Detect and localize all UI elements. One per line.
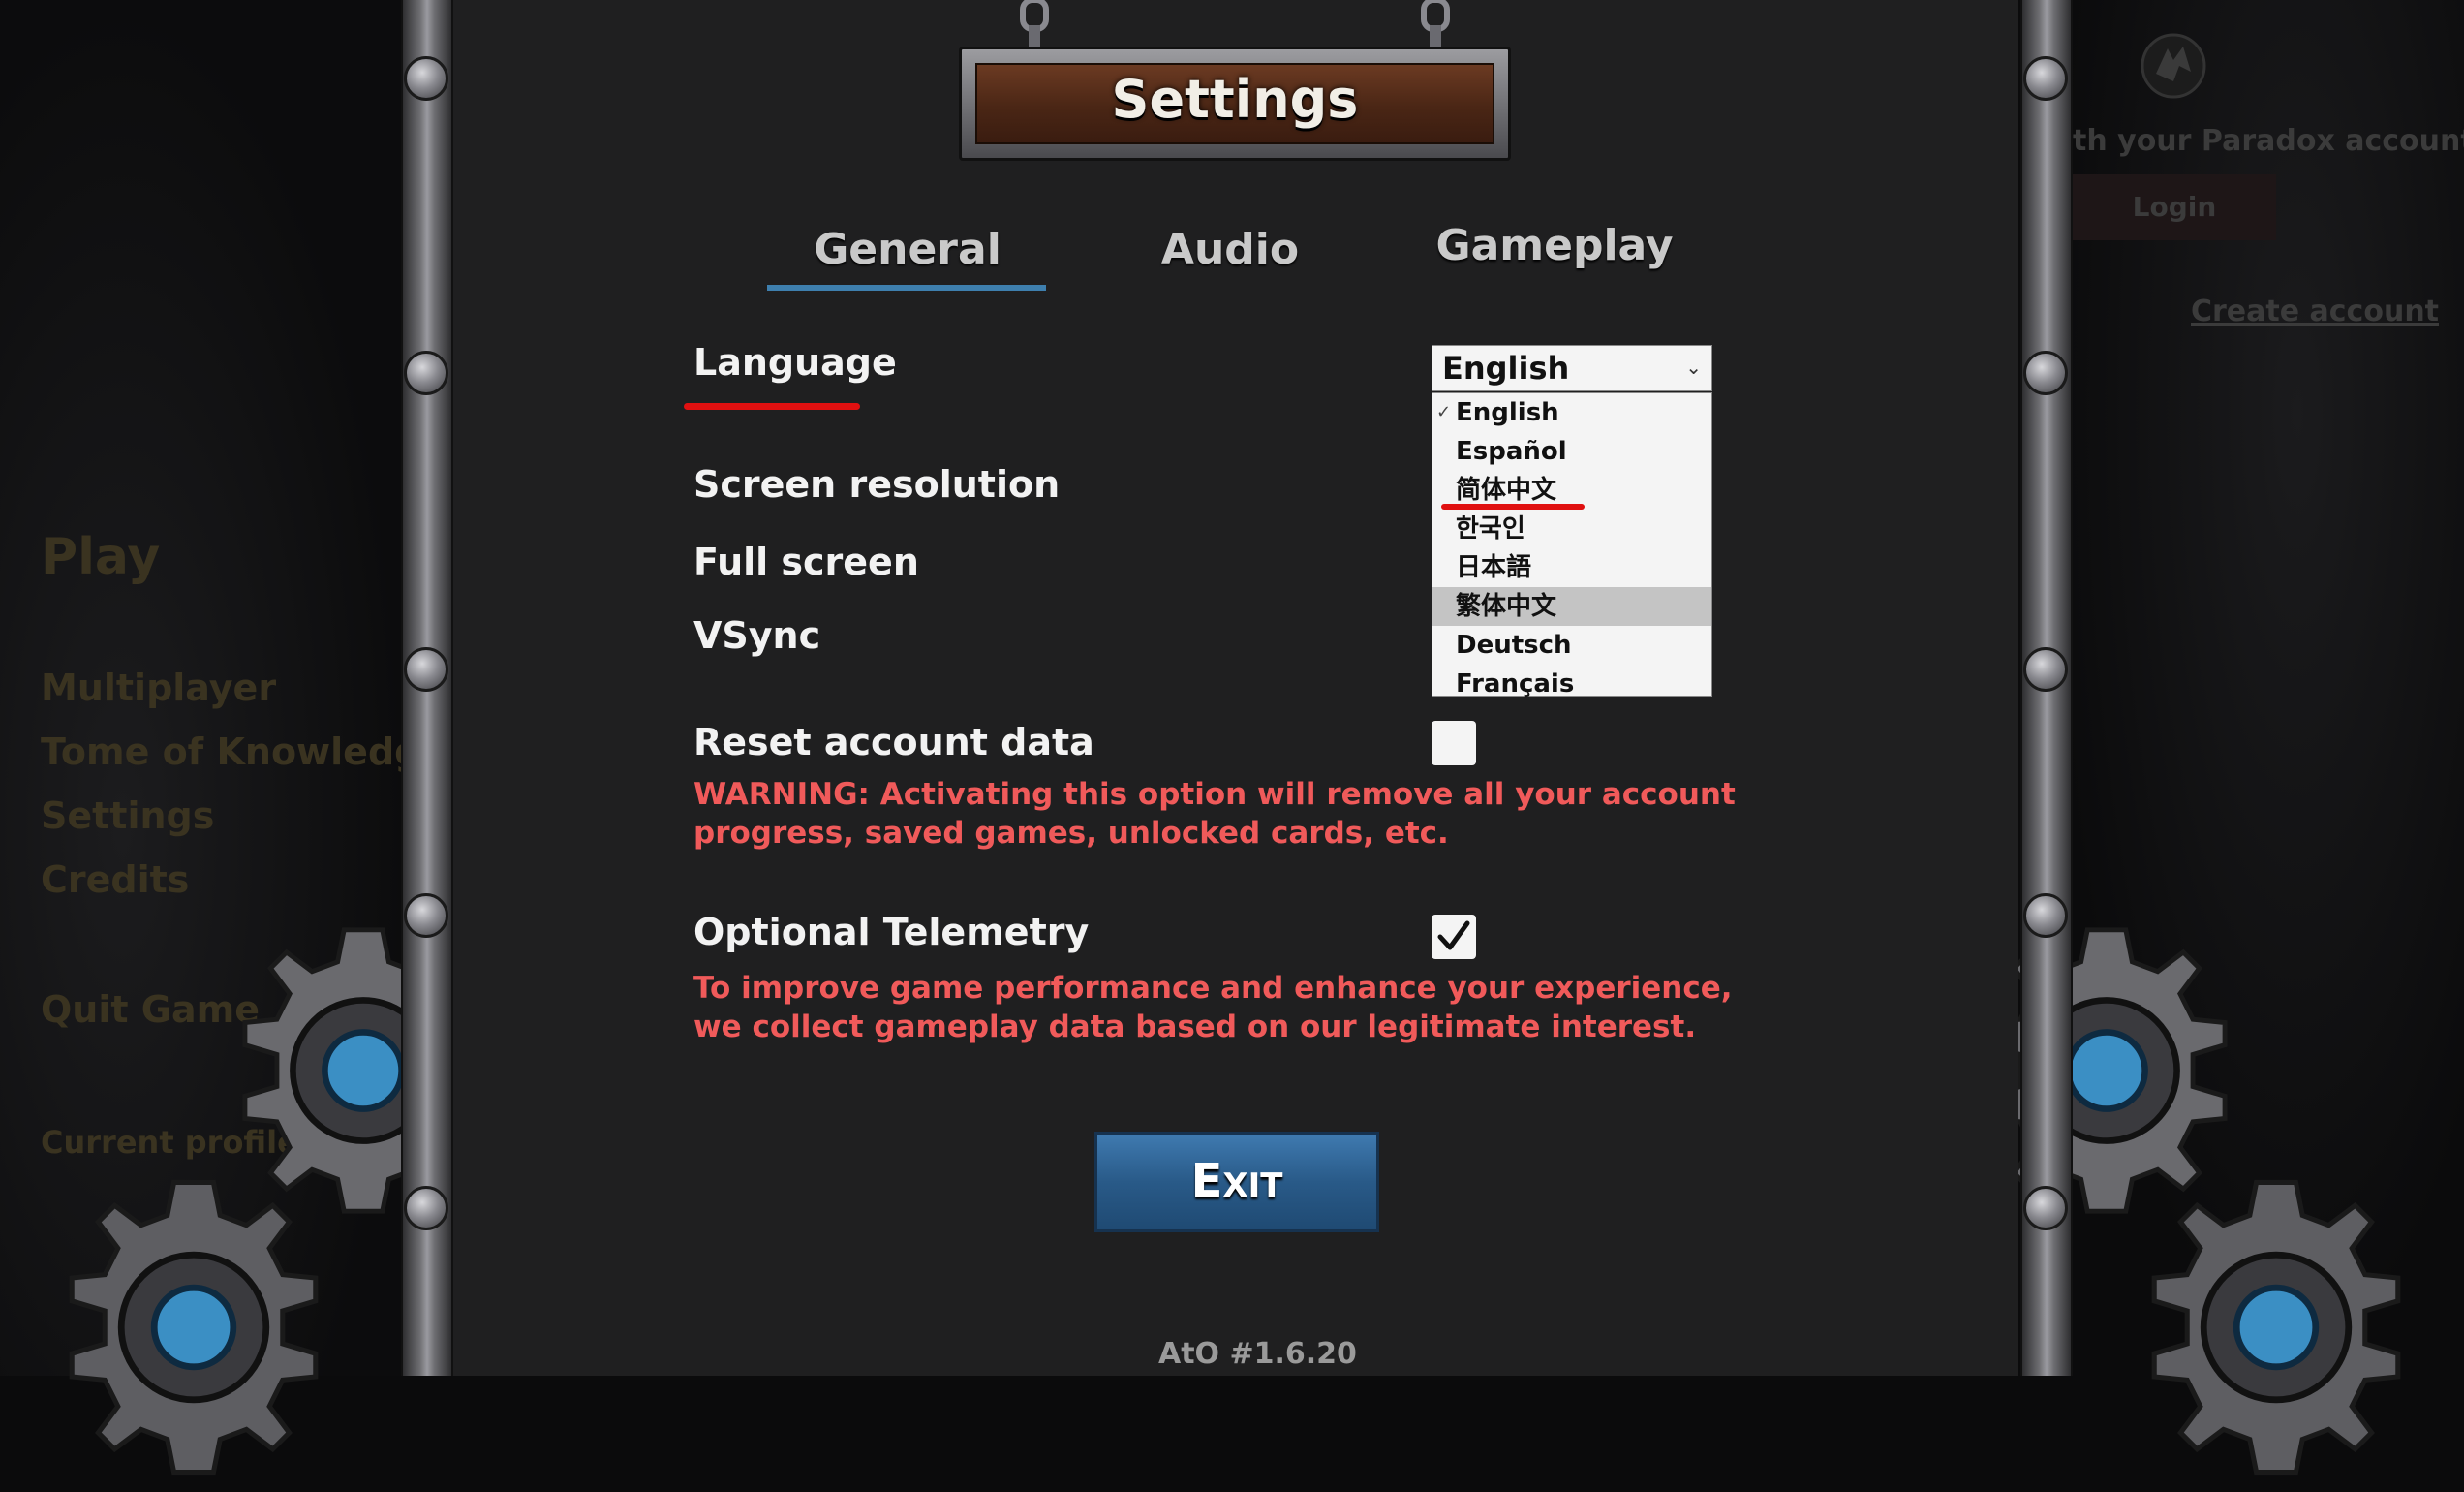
language-option-deutsch[interactable]: Deutsch [1432, 626, 1711, 665]
bolt-icon [2023, 647, 2068, 692]
checkmark-icon [1437, 920, 1470, 950]
bolt-icon [2023, 351, 2068, 395]
menu-tome-of-knowledge[interactable]: Tome of Knowledge [41, 730, 446, 773]
dialog-title: Settings [1111, 69, 1359, 130]
full-screen-label: Full screen [693, 541, 919, 583]
chain-icon [1020, 0, 1049, 48]
menu-credits[interactable]: Credits [41, 858, 189, 901]
telemetry-checkbox[interactable] [1432, 915, 1476, 959]
tab-audio[interactable]: Audio [1114, 225, 1346, 274]
language-option-traditional-chinese[interactable]: 繁体中文 [1432, 587, 1711, 626]
bolt-icon [404, 56, 448, 101]
bolt-icon [404, 893, 448, 938]
paradox-logo-icon [2141, 33, 2206, 99]
check-icon: ✓ [1436, 402, 1452, 422]
reset-account-label: Reset account data [693, 721, 1094, 763]
telemetry-note: To improve game performance and enhance … [693, 971, 1733, 1044]
bolt-icon [404, 647, 448, 692]
language-options-list: ✓ English Español 简体中文 한국인 日本語 繁体中文 Deut… [1432, 392, 1712, 699]
tab-general[interactable]: General [767, 225, 1048, 274]
version-label: AtO #1.6.20 [1158, 1337, 1357, 1371]
gear-icon [69, 1179, 319, 1476]
bolt-icon [2023, 56, 2068, 101]
menu-settings[interactable]: Settings [41, 794, 214, 837]
active-tab-indicator [767, 285, 1046, 291]
annotation-underline [1441, 504, 1585, 510]
menu-multiplayer[interactable]: Multiplayer [41, 667, 276, 709]
language-option-espanol[interactable]: Español [1432, 432, 1711, 471]
menu-play[interactable]: Play [41, 528, 160, 586]
paradox-account-text: th your Paradox account [2073, 124, 2464, 158]
bolt-icon [404, 351, 448, 395]
telemetry-label: Optional Telemetry [693, 911, 1090, 953]
create-account-link[interactable]: Create account [2191, 295, 2439, 328]
bolt-icon [2023, 1186, 2068, 1230]
reset-account-checkbox[interactable] [1432, 721, 1476, 765]
title-plaque: Settings [959, 47, 1511, 161]
annotation-underline [684, 403, 860, 410]
language-option-francais[interactable]: Français [1432, 665, 1711, 703]
vsync-label: VSync [693, 614, 821, 657]
reset-account-warning: WARNING: Activating this option will rem… [693, 777, 1736, 851]
chevron-down-icon: ⌄ [1685, 356, 1702, 379]
tab-gameplay[interactable]: Gameplay [1433, 221, 1676, 270]
language-option-japanese[interactable]: 日本語 [1432, 548, 1711, 587]
screen-resolution-label: Screen resolution [693, 463, 1061, 506]
chain-icon [1421, 0, 1450, 48]
bolt-icon [2023, 893, 2068, 938]
gear-icon [2151, 1179, 2401, 1476]
language-label: Language [693, 341, 897, 384]
language-dropdown[interactable]: English ⌄ [1432, 345, 1712, 391]
exit-button[interactable]: Exit [1094, 1132, 1379, 1232]
bolt-icon [404, 1186, 448, 1230]
language-option-korean[interactable]: 한국인 [1432, 510, 1711, 548]
login-button[interactable]: Login [2073, 174, 2276, 240]
language-selected-value: English [1442, 350, 1570, 387]
language-option-english[interactable]: ✓ English [1432, 393, 1711, 432]
